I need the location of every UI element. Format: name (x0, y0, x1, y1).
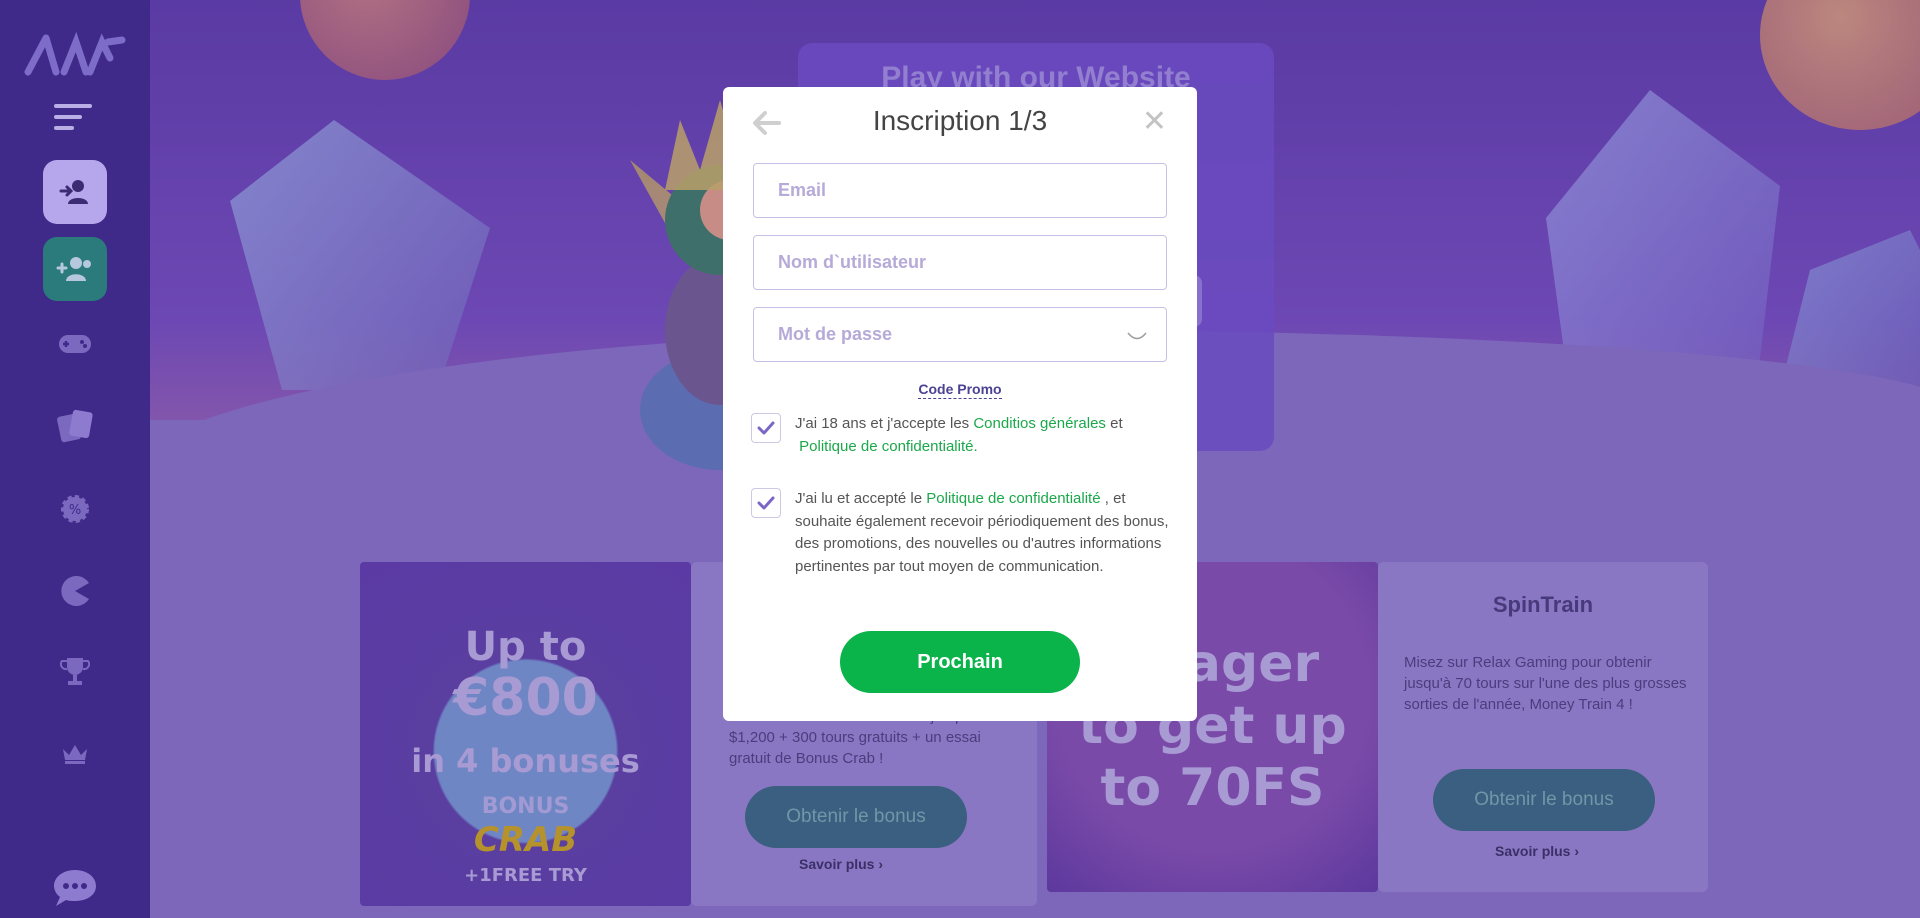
promotions-nav[interactable]: % (50, 484, 100, 534)
password-field[interactable] (753, 307, 1167, 362)
modal-title: Inscription 1/3 (872, 105, 1048, 136)
promo-description: Misez sur Relax Gaming pour obtenir jusq… (1404, 654, 1687, 713)
register-icon (56, 257, 91, 281)
menu-icon[interactable] (54, 104, 96, 134)
password-input[interactable] (754, 308, 1166, 361)
live-nav[interactable] (50, 566, 100, 616)
username-field[interactable] (753, 235, 1167, 290)
vip-nav[interactable] (50, 728, 100, 778)
promo-gear-icon: % (61, 495, 89, 523)
promo-title: SpinTrain (1492, 592, 1594, 617)
promo-banner-text: CRAB (473, 820, 578, 860)
planet-decoration (1760, 0, 1920, 130)
terms-link[interactable]: Conditios générales (973, 415, 1106, 432)
privacy-policy-link[interactable]: Politique de confidentialité (926, 490, 1100, 507)
chevron-right-icon: › (1574, 843, 1580, 859)
tournaments-nav[interactable] (50, 646, 100, 696)
privacy-policy-link[interactable]: Politique de confidentialité (799, 438, 973, 455)
sidebar: % (0, 0, 150, 918)
promo-banner-text: to 70FS (1100, 758, 1325, 818)
terms-consent-text: J'ai 18 ans et j'accepte les Conditios g… (795, 413, 1171, 458)
promo-code-container: Code Promo (723, 379, 1197, 399)
casino-nav[interactable] (50, 400, 100, 450)
learn-more-link[interactable]: Savoir plus › (1495, 843, 1579, 859)
consent-text: . (973, 437, 978, 455)
promo-banner-text: +1FREE TRY (464, 865, 587, 886)
register-button[interactable] (43, 237, 107, 301)
checkmark-icon (757, 421, 775, 435)
cards-icon (57, 409, 93, 443)
promo-card-spintrain: SpinTrain Misez sur Relax Gaming pour ob… (1378, 562, 1708, 892)
crown-icon (63, 745, 87, 764)
promo-code-link[interactable]: Code Promo (918, 381, 1002, 399)
chevron-right-icon: › (878, 856, 884, 872)
marketing-checkbox[interactable] (751, 488, 781, 518)
close-icon[interactable]: ✕ (1142, 107, 1167, 137)
promo-banner-text: in 4 bonuses (411, 742, 640, 780)
consent-text: J'ai 18 ans et j'accepte les (795, 415, 974, 432)
site-logo[interactable] (24, 28, 126, 78)
show-password-icon[interactable] (1126, 330, 1148, 342)
login-button[interactable] (43, 160, 107, 224)
marketing-consent-text: J'ai lu et accepté le Politique de confi… (795, 488, 1171, 578)
consent-text: J'ai lu et accepté le (795, 490, 927, 507)
games-nav[interactable] (50, 319, 100, 369)
promo-banner-bonus-crab[interactable]: Up to €800 in 4 bonuses BONUS CRAB +1FRE… (360, 562, 691, 906)
promo-banner-text: Up to (464, 624, 587, 670)
get-bonus-button[interactable]: Obtenir le bonus (1433, 769, 1655, 831)
next-button[interactable]: Prochain (840, 631, 1080, 693)
checkmark-icon (757, 496, 775, 510)
registration-modal: Inscription 1/3 ✕ Code Promo J'ai 18 ans… (723, 87, 1197, 721)
crystal-decoration (230, 120, 490, 390)
learn-more-link[interactable]: Savoir plus › (799, 856, 883, 872)
email-field[interactable] (753, 163, 1167, 218)
get-bonus-button[interactable]: Obtenir le bonus (745, 786, 967, 848)
pacman-icon (61, 576, 89, 606)
svg-text:%: % (69, 503, 81, 518)
gamepad-icon (59, 335, 91, 353)
promo-banner-text: BONUS (481, 794, 570, 819)
trophy-icon (60, 658, 90, 685)
learn-more-label: Savoir plus (1495, 843, 1571, 859)
login-icon (59, 180, 88, 204)
username-input[interactable] (754, 236, 1166, 289)
consent-text: et (1105, 415, 1123, 432)
email-input[interactable] (754, 164, 1166, 217)
planet-decoration (300, 0, 470, 80)
promo-banner-text: €800 (453, 668, 598, 728)
chat-icon[interactable] (52, 868, 98, 908)
terms-checkbox[interactable] (751, 413, 781, 443)
learn-more-label: Savoir plus (799, 856, 875, 872)
